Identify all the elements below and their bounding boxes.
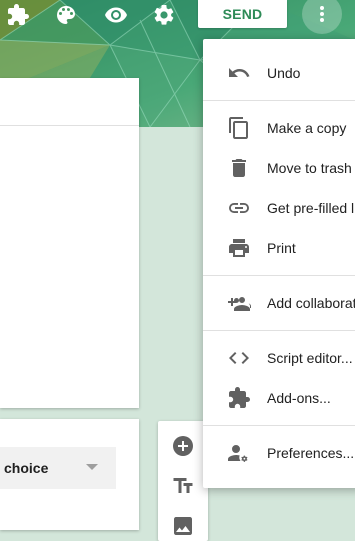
printer-icon <box>227 236 251 260</box>
send-button[interactable]: SEND <box>198 0 287 28</box>
menu-item-print[interactable]: Print <box>203 228 355 268</box>
menu-item-label: Get pre-filled li <box>267 200 355 216</box>
menu-item-label: Add-ons... <box>267 390 331 406</box>
add-circle-icon[interactable] <box>171 434 195 458</box>
top-toolbar: SEND <box>0 0 355 34</box>
caret-down-icon <box>86 464 98 470</box>
question-card[interactable]: choice <box>0 419 139 530</box>
add-item-toolbar <box>158 421 208 541</box>
image-icon[interactable] <box>171 514 195 538</box>
trash-icon <box>227 156 251 180</box>
menu-item-make-copy[interactable]: Make a copy <box>203 108 355 148</box>
title-text-icon[interactable] <box>171 474 195 498</box>
menu-item-label: Undo <box>267 65 301 81</box>
menu-item-add-collaborators[interactable]: Add collaborat <box>203 283 355 323</box>
menu-item-script-editor[interactable]: Script editor... <box>203 338 355 378</box>
menu-item-preferences[interactable]: Preferences... <box>203 433 355 473</box>
menu-item-move-to-trash[interactable]: Move to trash <box>203 148 355 188</box>
code-icon <box>227 346 251 370</box>
eye-icon[interactable] <box>104 3 128 27</box>
palette-icon[interactable] <box>54 3 78 27</box>
question-type-label: choice <box>4 460 49 476</box>
menu-divider <box>203 425 355 426</box>
menu-item-add-ons[interactable]: Add-ons... <box>203 378 355 418</box>
person-settings-icon <box>227 441 251 465</box>
more-options-button[interactable] <box>302 0 342 34</box>
card-divider <box>0 125 139 126</box>
menu-item-label: Move to trash <box>267 160 352 176</box>
menu-item-undo[interactable]: Undo <box>203 53 355 93</box>
link-icon <box>227 196 251 220</box>
menu-divider <box>203 100 355 101</box>
menu-divider <box>203 330 355 331</box>
menu-item-label: Script editor... <box>267 350 353 366</box>
menu-divider <box>203 275 355 276</box>
undo-icon <box>227 61 251 85</box>
gear-icon[interactable] <box>152 3 176 27</box>
puzzle-icon <box>227 386 251 410</box>
menu-item-get-prefilled-link[interactable]: Get pre-filled li <box>203 188 355 228</box>
puzzle-icon[interactable] <box>6 3 30 27</box>
menu-item-label: Make a copy <box>267 120 347 136</box>
question-type-dropdown[interactable]: choice <box>0 447 116 489</box>
more-vert-icon <box>320 6 324 22</box>
form-title-card[interactable] <box>0 78 139 408</box>
menu-item-label: Preferences... <box>267 445 355 461</box>
menu-item-label: Add collaborat <box>267 295 355 311</box>
copy-icon <box>227 116 251 140</box>
add-people-icon <box>227 291 251 315</box>
more-options-menu: Undo Make a copy Move to trash Get pre-f… <box>203 39 355 488</box>
menu-item-label: Print <box>267 240 296 256</box>
